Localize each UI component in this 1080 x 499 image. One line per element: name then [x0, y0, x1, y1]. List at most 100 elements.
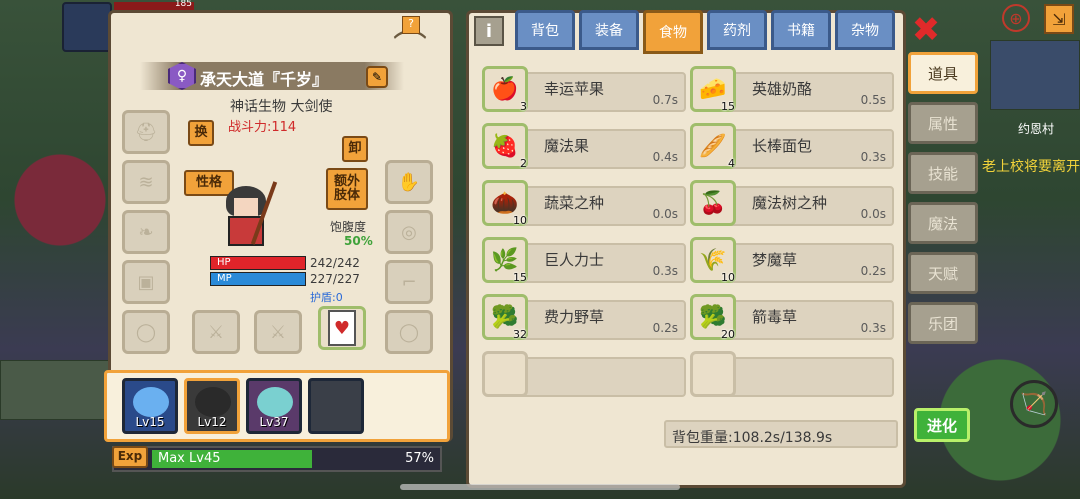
top-hp-bar: 185	[114, 0, 194, 10]
tab-1[interactable]: 装备	[579, 10, 639, 50]
heart-card-icon: ♥	[328, 310, 356, 346]
item-time: 0.0s	[652, 207, 678, 221]
weapon-slot-2[interactable]: ⚔	[254, 310, 302, 354]
ring-slot[interactable]: ◯	[122, 310, 170, 354]
food-icon: 🌿 15	[482, 237, 528, 284]
bow-skill-icon[interactable]: 🏹	[1010, 380, 1058, 428]
combat-power: 战斗力:114	[228, 120, 297, 135]
party-member-2[interactable]: Lv12	[184, 378, 240, 434]
item-slot[interactable]: 🧀 15 英雄奶酪 0.5s	[690, 66, 894, 113]
exit-icon[interactable]: ⇲	[1044, 4, 1074, 34]
weapon-slot-1[interactable]: ⚔	[192, 310, 240, 354]
item-time: 0.7s	[652, 93, 678, 107]
mp-bar: MP	[210, 272, 306, 286]
npc-message: 老上校将要离开	[982, 159, 1080, 175]
item-slot[interactable]: 🥖 4 长棒面包 0.3s	[690, 123, 894, 170]
item-slot[interactable]: 🌾 10 梦魔草 0.2s	[690, 237, 894, 284]
side-tab-0[interactable]: 道具	[908, 52, 978, 94]
item-name: 梦魔草	[752, 251, 798, 269]
food-icon: 🥖 4	[690, 123, 736, 170]
weight-box: 背包重量:108.2s/138.9s	[664, 420, 898, 448]
globe-icon[interactable]: ⊕	[1002, 4, 1030, 32]
item-slot[interactable]: 🥦 32 费力野草 0.2s	[482, 294, 686, 341]
side-tab-5[interactable]: 乐团	[908, 302, 978, 344]
character-class: 神话生物 大剑使	[230, 99, 333, 115]
map-name: 约恩村	[1018, 122, 1055, 136]
item-name: 幸运苹果	[544, 80, 605, 98]
food-icon: 🍒	[690, 180, 736, 226]
item-time: 0.5s	[860, 93, 886, 107]
side-tab-2[interactable]: 技能	[908, 152, 978, 194]
food-icon	[690, 351, 736, 397]
item-time: 0.3s	[860, 150, 886, 164]
player-avatar[interactable]	[62, 2, 112, 52]
item-time: 0.4s	[652, 150, 678, 164]
help-icon[interactable]: ?	[402, 16, 420, 34]
item-time: 0.0s	[860, 207, 886, 221]
item-name: 英雄奶酪	[752, 80, 813, 98]
world-tile	[0, 360, 110, 420]
party-member-3[interactable]: Lv37	[246, 378, 302, 434]
wing-slot[interactable]: ❧	[122, 210, 170, 254]
item-time: 0.2s	[652, 321, 678, 335]
close-icon[interactable]: ✖	[906, 10, 946, 50]
item-slot[interactable]: 🥦 20 箭毒草 0.3s	[690, 294, 894, 341]
food-icon: 🧀 15	[690, 66, 736, 113]
hp-value: 242/242	[310, 256, 360, 270]
gauntlet-slot[interactable]: ✋	[385, 160, 433, 204]
inventory-tabs: 背包 装备 食物 药剂 书籍 杂物	[515, 10, 895, 54]
satiety-value: 50%	[344, 234, 373, 248]
character-sprite	[212, 180, 282, 250]
cape-slot[interactable]: ≋	[122, 160, 170, 204]
edit-name-icon[interactable]: ✎	[366, 66, 388, 88]
tab-4[interactable]: 书籍	[771, 10, 831, 50]
food-icon: 🥦 20	[690, 294, 736, 341]
home-indicator	[400, 484, 680, 490]
exp-label: Exp	[112, 446, 148, 468]
tab-2[interactable]: 食物	[643, 10, 703, 54]
helmet-slot[interactable]: ⛑	[122, 110, 170, 154]
item-name: 箭毒草	[752, 308, 798, 326]
item-time: 0.2s	[860, 264, 886, 278]
extra-limb-button[interactable]: 额外 肢体	[326, 168, 368, 210]
side-tab-4[interactable]: 天赋	[908, 252, 978, 294]
item-slot[interactable]: 🍓 2 魔法果 0.4s	[482, 123, 686, 170]
food-icon: 🌾 10	[690, 237, 736, 284]
side-tab-3[interactable]: 魔法	[908, 202, 978, 244]
tab-5[interactable]: 杂物	[835, 10, 895, 50]
accessory-slot[interactable]: ◯	[385, 310, 433, 354]
item-time: 0.3s	[860, 321, 886, 335]
shield-value: 护盾:0	[310, 291, 343, 304]
satiety-label: 饱腹度	[330, 220, 367, 234]
item-name: 蔬菜之种	[544, 194, 605, 212]
hp-bar: HP	[210, 256, 306, 270]
item-slot[interactable]	[690, 351, 894, 397]
food-icon: 🥦 32	[482, 294, 528, 341]
world-house	[990, 40, 1080, 110]
food-icon	[482, 351, 528, 397]
armor-slot[interactable]: ▣	[122, 260, 170, 304]
card-slot[interactable]: ♥	[318, 306, 366, 350]
evolve-button[interactable]: 进化	[914, 408, 970, 442]
info-icon[interactable]: i	[474, 16, 504, 46]
character-name: 承天大道『千岁』	[200, 70, 329, 89]
item-slot[interactable]: 🌿 15 巨人力士 0.3s	[482, 237, 686, 284]
tab-3[interactable]: 药剂	[707, 10, 767, 50]
boots-slot[interactable]: ⌐	[385, 260, 433, 304]
item-time: 0.3s	[652, 264, 678, 278]
tab-0[interactable]: 背包	[515, 10, 575, 50]
item-slot[interactable]: 🍎 3 幸运苹果 0.7s	[482, 66, 686, 113]
item-slot[interactable]: 🍒 魔法树之种 0.0s	[690, 180, 894, 226]
side-tab-1[interactable]: 属性	[908, 102, 978, 144]
party-member-1[interactable]: Lv15	[122, 378, 178, 434]
item-slot[interactable]	[482, 351, 686, 397]
food-icon: 🌰 10	[482, 180, 528, 227]
party-member-empty[interactable]	[308, 378, 364, 434]
exp-bar: Max Lv45 57%	[112, 446, 442, 472]
belt-slot[interactable]: ◎	[385, 210, 433, 254]
mp-value: 227/227	[310, 272, 360, 286]
swap-button[interactable]: 换	[188, 120, 214, 146]
item-name: 魔法果	[544, 137, 590, 155]
unequip-button[interactable]: 卸	[342, 136, 368, 162]
item-slot[interactable]: 🌰 10 蔬菜之种 0.0s	[482, 180, 686, 227]
